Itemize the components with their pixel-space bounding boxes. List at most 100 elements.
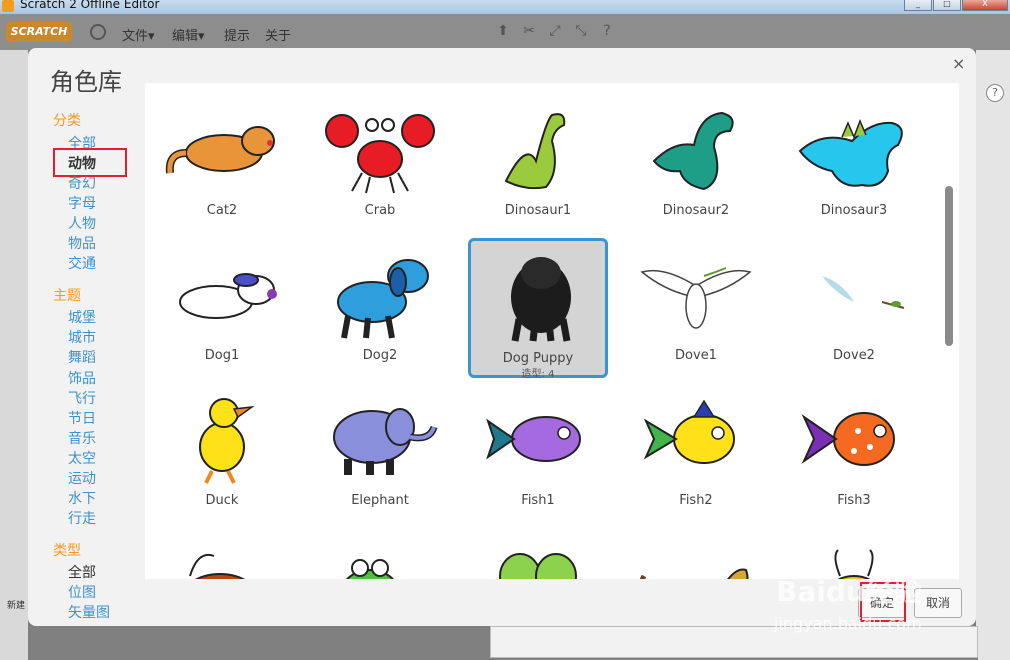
sprite-frog[interactable]: [310, 528, 450, 579]
sprite-fish1[interactable]: Fish1: [468, 383, 608, 523]
puppy-photo-icon: [511, 257, 571, 342]
dinosaur-green-icon: [504, 113, 566, 190]
fish-purple-icon: [486, 416, 581, 462]
fish-yellow-icon: [643, 399, 735, 464]
sprite-dog-puppy[interactable]: Dog Puppy 造型: 4: [468, 238, 608, 380]
new-sprite-label: 新建: [7, 601, 26, 611]
sprite-dove2[interactable]: Dove2: [784, 238, 924, 378]
left-background-panel: 新建: [0, 50, 28, 660]
sprite-name: Dog Puppy: [502, 351, 574, 366]
sprite-duck[interactable]: Duck: [152, 383, 292, 523]
theme-city[interactable]: 城市: [68, 327, 96, 347]
sprite-fish2[interactable]: Fish2: [626, 383, 766, 523]
dialog-close-icon[interactable]: ×: [952, 54, 965, 73]
window-title: Scratch 2 Offline Editor: [20, 0, 160, 11]
sprite-name: Fish3: [837, 493, 871, 508]
menu-tips[interactable]: 提示: [224, 25, 250, 44]
sprite-crab[interactable]: Crab: [310, 93, 450, 233]
menu-about[interactable]: 关于: [265, 25, 291, 44]
sprite-dinosaur2[interactable]: Dinosaur2: [626, 93, 766, 233]
sprite-dog1[interactable]: Dog1: [152, 238, 292, 378]
sprite-name: Cat2: [206, 203, 238, 218]
sprite-grid: Cat2 Crab Dinosaur1 Dinosaur2 Dinosaur3 …: [145, 83, 959, 579]
theme-holiday[interactable]: 节日: [68, 408, 96, 428]
sprite-library-dialog: 角色库 × 分类 全部 动物 奇幻 字母 人物 物品 交通 主题 城堡 城市 舞…: [28, 48, 976, 626]
shrink-icon[interactable]: ⤡: [573, 23, 589, 39]
category-fantasy[interactable]: 奇幻: [68, 173, 96, 193]
help-icon[interactable]: ?: [599, 23, 615, 39]
sprite-name: Dog2: [362, 348, 398, 363]
sprite-name: Duck: [205, 493, 239, 508]
theme-dance[interactable]: 舞蹈: [68, 347, 96, 367]
category-people[interactable]: 人物: [68, 213, 96, 233]
menu-file[interactable]: 文件▾: [122, 25, 155, 44]
duplicate-stamp-icon[interactable]: ⬆: [495, 23, 511, 39]
sprite-elephant[interactable]: Elephant: [310, 383, 450, 523]
sprite-name: Fish2: [679, 493, 713, 508]
menu-bar: SCRATCH 文件▾ 编辑▾ 提示 关于 ⬆ ✂ ⤢ ⤡ ?: [0, 14, 1010, 50]
theme-castle[interactable]: 城堡: [68, 307, 96, 327]
close-window-button[interactable]: X: [962, 0, 1008, 11]
category-heading: 分类: [53, 113, 81, 129]
maximize-button[interactable]: □: [933, 0, 961, 11]
sprite-fish3[interactable]: Fish3: [784, 383, 924, 523]
app-icon: [2, 0, 14, 12]
costume-count: 造型: 4: [521, 369, 555, 380]
dog-blue-icon: [337, 259, 429, 339]
theme-walking[interactable]: 行走: [68, 508, 96, 528]
type-bitmap[interactable]: 位图: [68, 582, 96, 602]
theme-dress-up[interactable]: 饰品: [68, 368, 96, 388]
type-vector[interactable]: 矢量图: [68, 602, 110, 622]
elephant-icon: [333, 408, 438, 475]
dove-white-icon: [640, 267, 752, 329]
fox-icon: [189, 554, 245, 579]
sprite-dove1[interactable]: Dove1: [626, 238, 766, 378]
menu-edit[interactable]: 编辑▾: [172, 25, 205, 44]
theme-underwater[interactable]: 水下: [68, 488, 96, 508]
scratch-logo[interactable]: SCRATCH: [6, 22, 72, 42]
globe-icon[interactable]: [90, 24, 106, 40]
sprite-dog2[interactable]: Dog2: [310, 238, 450, 378]
type-all[interactable]: 全部: [68, 562, 96, 582]
fish-orange-icon: [801, 412, 895, 466]
sprite-butterfly[interactable]: [468, 528, 608, 579]
butterfly-icon: [499, 553, 577, 579]
sprite-name: Fish1: [521, 493, 555, 508]
crab-icon: [325, 114, 435, 194]
theme-space[interactable]: 太空: [68, 448, 96, 468]
cut-scissors-icon[interactable]: ✂: [521, 23, 537, 39]
window-title-bar: Scratch 2 Offline Editor _ □ X: [0, 0, 1010, 14]
sprite-name: Dinosaur2: [662, 203, 730, 218]
baidu-watermark-logo: Baidu经验: [776, 575, 922, 608]
help-question-icon[interactable]: ?: [986, 84, 1004, 102]
frog-icon: [346, 559, 394, 579]
sprite-name: Elephant: [351, 493, 409, 508]
dinosaur-cyan-icon: [798, 118, 903, 187]
sprite-cat2[interactable]: Cat2: [152, 93, 292, 233]
sprite-name: Dog1: [204, 348, 240, 363]
grid-scrollbar[interactable]: [945, 186, 953, 346]
sprite-name: Dinosaur3: [820, 203, 888, 218]
category-transport[interactable]: 交通: [68, 253, 96, 273]
category-things[interactable]: 物品: [68, 233, 96, 253]
horse-icon: [639, 568, 749, 579]
dialog-title: 角色库: [50, 68, 122, 96]
sprite-fox[interactable]: [152, 528, 292, 579]
grow-icon[interactable]: ⤢: [547, 23, 563, 39]
sprite-name: Crab: [364, 203, 396, 218]
dog-white-icon: [179, 273, 277, 319]
sprite-dinosaur1[interactable]: Dinosaur1: [468, 93, 608, 233]
minimize-button[interactable]: _: [904, 0, 932, 11]
duck-icon: [199, 398, 255, 484]
baidu-watermark-url: jingyan.baidu.com: [774, 614, 922, 633]
category-letters[interactable]: 字母: [68, 193, 96, 213]
sprite-horse[interactable]: [626, 528, 766, 579]
sprite-name: Dove2: [833, 348, 875, 363]
sprite-dinosaur3[interactable]: Dinosaur3: [784, 93, 924, 233]
type-heading: 类型: [53, 543, 81, 559]
theme-music[interactable]: 音乐: [68, 428, 96, 448]
right-background-panel: [976, 50, 1010, 660]
theme-sports[interactable]: 运动: [68, 468, 96, 488]
theme-flying[interactable]: 飞行: [68, 388, 96, 408]
sprite-name: Dove1: [675, 348, 717, 363]
